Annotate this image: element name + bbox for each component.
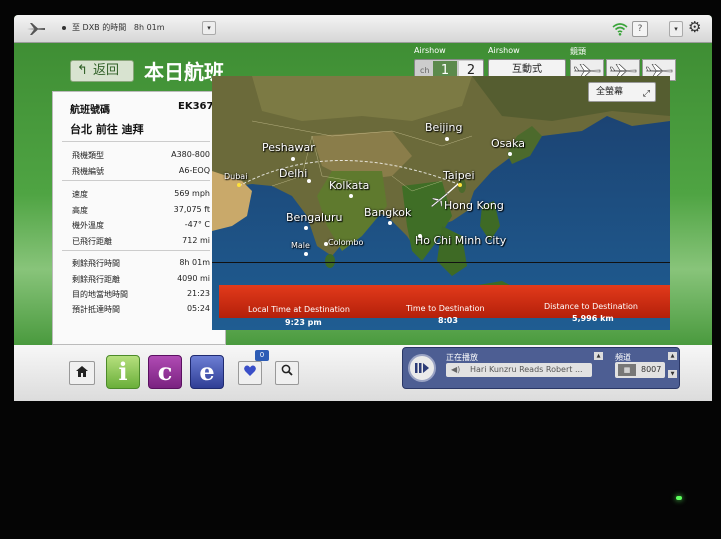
local-time-label: Local Time at Destination: [248, 305, 350, 314]
distance-flown-label: 已飛行距離: [72, 237, 112, 246]
city-dot: [291, 157, 295, 161]
favorites-count-badge: 0: [255, 350, 269, 361]
city-dot: [418, 234, 422, 238]
distance-to-dest-value: 5,996 km: [572, 314, 614, 323]
dest-local-time-value: 21:23: [186, 289, 210, 298]
city-label-delhi: Delhi: [279, 167, 308, 180]
now-playing-track[interactable]: ◀) Hari Kunzru Reads Robert ...: [446, 363, 592, 377]
back-button-label: 返回: [93, 63, 120, 78]
altitude-label: 高度: [72, 206, 88, 215]
divider: [62, 250, 210, 251]
eta-label: 預計抵達時間: [72, 305, 120, 314]
local-time-value: 9:23 pm: [285, 318, 322, 327]
distance-remaining-label: 剩餘飛行距離: [72, 275, 120, 284]
aircraft-type-label: 飛機類型: [72, 151, 104, 160]
play-pause-button[interactable]: [408, 354, 436, 382]
city-label-male: Male: [291, 241, 310, 250]
home-button[interactable]: [69, 361, 95, 385]
city-dot: [445, 137, 449, 141]
origin-marker-icon: [458, 183, 462, 187]
back-arrow-icon: ↰: [77, 63, 88, 78]
now-playing-track-title: Hari Kunzru Reads Robert ...: [470, 365, 583, 374]
search-icon: [281, 364, 293, 376]
time-remaining-value: 8h 01m: [179, 258, 210, 267]
channel-prefix: ch: [420, 66, 430, 75]
outside-temp-label: 機外溫度: [72, 221, 104, 230]
flight-number-value: EK367: [178, 101, 214, 112]
app-entertainment-button[interactable]: e: [190, 355, 224, 389]
destination-marker-icon: [237, 183, 241, 187]
city-label-hongkong: Hong Kong: [444, 199, 504, 212]
channel-number: 8007: [641, 365, 662, 374]
city-label-kolkata: Kolkata: [329, 179, 370, 192]
track-up-arrow-icon[interactable]: ▲: [594, 352, 603, 360]
city-dot: [508, 152, 512, 156]
city-label-peshawar: Peshawar: [262, 141, 315, 154]
aircraft-type-value: A380-800: [171, 150, 210, 159]
city-label-taipei: Taipei: [443, 169, 475, 182]
distance-to-dest-label: Distance to Destination: [544, 302, 639, 311]
fullscreen-icon: ⤢: [642, 89, 650, 99]
volume-icon: ◀): [451, 365, 461, 374]
app-info-button[interactable]: i: [106, 355, 140, 389]
aircraft-reg-label: 飛機編號: [72, 167, 104, 176]
flight-number-label: 航班號碼: [70, 105, 110, 116]
city-label-osaka: Osaka: [491, 137, 526, 150]
city-dot: [388, 221, 392, 225]
speed-label: 速度: [72, 190, 88, 199]
city-label-hochiminh: Ho Chi Minh City: [415, 234, 507, 247]
fullscreen-button[interactable]: 全螢幕 ⤢: [588, 82, 656, 102]
home-icon: [76, 366, 88, 377]
city-dot: [349, 194, 353, 198]
outside-temp-value: -47° C: [184, 220, 210, 229]
search-button[interactable]: [275, 361, 299, 385]
distance-remaining-value: 4090 mi: [177, 274, 210, 283]
city-label-bengaluru: Bengaluru: [286, 211, 343, 224]
now-playing-label: 正在播放: [446, 353, 478, 362]
city-label-colombo: Colombo: [328, 238, 364, 247]
channel-up-button[interactable]: ▲: [668, 352, 677, 360]
speed-value: 569 mph: [174, 189, 210, 198]
divider: [62, 180, 210, 181]
city-label-beijing: Beijing: [425, 121, 463, 134]
channel-down-button[interactable]: ▼: [668, 370, 677, 378]
airshow-channel-label: Airshow: [414, 46, 446, 55]
fullscreen-label: 全螢幕: [596, 87, 624, 97]
time-to-dest-value: 8:03: [438, 316, 458, 325]
altitude-value: 37,075 ft: [173, 205, 210, 214]
eta-value: 05:24: [186, 304, 210, 313]
aircraft-position-icon: [430, 192, 449, 208]
distance-flown-value: 712 mi: [182, 236, 210, 245]
aircraft-reg-value: A6-EOQ: [178, 166, 210, 175]
time-remaining-label: 剩餘飛行時間: [72, 259, 120, 268]
keypad-icon: ▦: [618, 364, 636, 376]
channel-display[interactable]: ▦ 8007: [615, 362, 665, 378]
heart-icon: [244, 365, 256, 376]
back-button[interactable]: ↰ 返回: [70, 60, 134, 82]
time-to-dest-label: Time to Destination: [406, 304, 485, 313]
power-led: [676, 496, 682, 500]
city-label-dubai: Dubai: [224, 172, 248, 181]
dest-local-time-label: 目的地當地時間: [72, 290, 128, 299]
app-communicate-button[interactable]: c: [148, 355, 182, 389]
city-dot: [304, 252, 308, 256]
airshow-mode-label: Airshow: [488, 46, 520, 55]
camera-label: 鏡頭: [570, 47, 586, 56]
favorites-button[interactable]: [238, 361, 262, 385]
city-dot: [324, 242, 328, 246]
city-label-bangkok: Bangkok: [364, 206, 412, 219]
city-dot: [307, 179, 311, 183]
play-pause-icon: [415, 363, 429, 373]
city-dot: [304, 226, 308, 230]
flight-route: 台北 前往 迪拜: [70, 123, 144, 136]
divider: [62, 141, 210, 142]
